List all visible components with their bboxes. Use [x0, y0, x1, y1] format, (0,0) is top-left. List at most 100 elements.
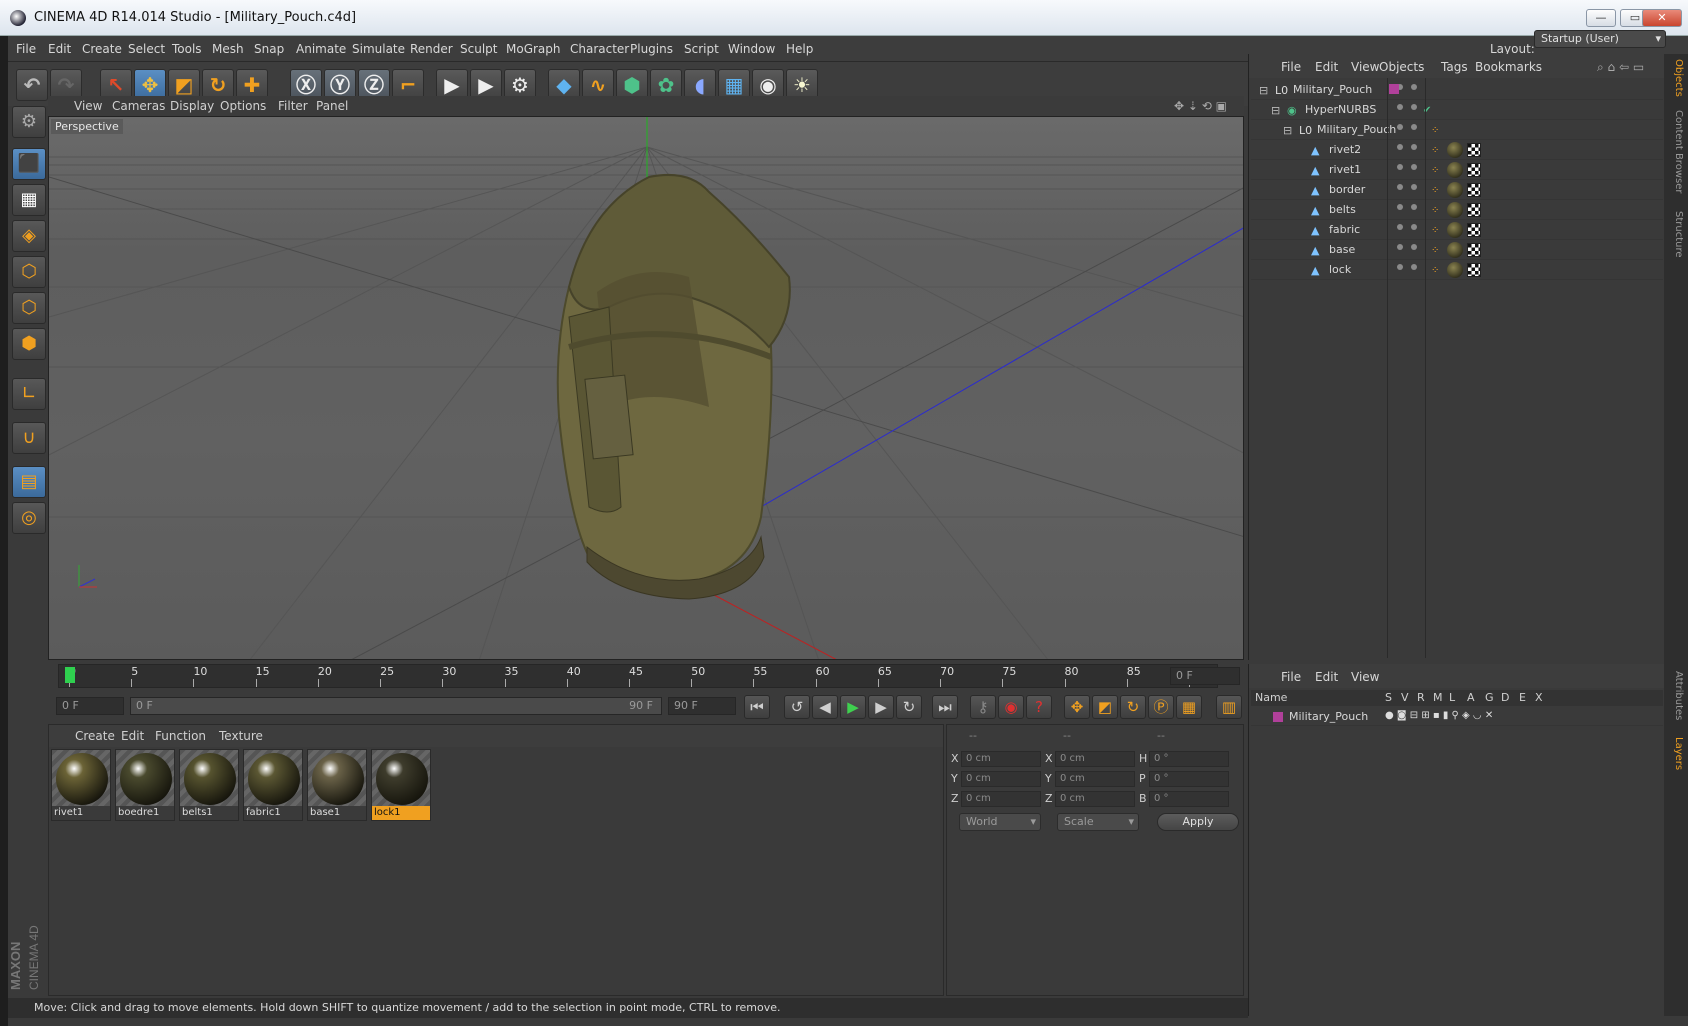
menu-select[interactable]: Select [128, 42, 165, 56]
object-row[interactable]: ▲ fabric ⁘ [1251, 220, 1663, 240]
layer-column-l[interactable]: L [1449, 691, 1455, 704]
make-editable-icon[interactable]: ⚙ [12, 106, 46, 138]
menu-help[interactable]: Help [786, 42, 813, 56]
object-row[interactable]: ▲ rivet2 ⁘ [1251, 140, 1663, 160]
layer-color-swatch[interactable] [1389, 84, 1399, 94]
workplane-mode-icon[interactable]: ◈ [12, 220, 46, 252]
layer-color-swatch[interactable] [1273, 712, 1283, 722]
object-row[interactable]: ▲ lock ⁘ [1251, 260, 1663, 280]
layer-column-m[interactable]: M [1433, 691, 1443, 704]
vp-menu-panel[interactable]: Panel [316, 99, 348, 113]
tab-objects[interactable]: Objects [1668, 58, 1684, 98]
menu-mesh[interactable]: Mesh [212, 42, 244, 56]
visibility-dot[interactable] [1411, 144, 1417, 150]
coord-value-field[interactable]: 0 ° [1149, 751, 1229, 767]
uvw-tag-icon[interactable] [1467, 223, 1481, 237]
key-position-icon[interactable]: ✥ [1064, 695, 1090, 719]
phong-tag-icon[interactable]: ⁘ [1431, 225, 1439, 236]
keyframe-selection-icon[interactable]: ? [1026, 695, 1052, 719]
phong-tag-icon[interactable]: ⁘ [1431, 205, 1439, 216]
obj-menu-view[interactable]: View [1351, 60, 1379, 74]
object-row[interactable]: ▲ border ⁘ [1251, 180, 1663, 200]
coord-value-field[interactable]: 0 cm [961, 751, 1041, 767]
autokey-icon[interactable]: ◉ [998, 695, 1024, 719]
column-divider[interactable] [1387, 78, 1388, 658]
coord-value-field[interactable]: 0 cm [1055, 791, 1135, 807]
timeline-playhead[interactable] [65, 667, 75, 683]
obj-menu-bookmarks[interactable]: Bookmarks [1475, 60, 1542, 74]
search-icon[interactable]: ⌕ ⌂ ⇦ ▭ [1597, 60, 1644, 75]
layer-row[interactable]: Military_Pouch ● ◙ ⊟ ⊞ ▪ ▮ ⚲ ◈ ◡ ✕ [1251, 708, 1663, 726]
visibility-dot[interactable] [1397, 104, 1403, 110]
material-tag-icon[interactable] [1447, 262, 1463, 278]
menu-render[interactable]: Render [410, 42, 453, 56]
material-tag-icon[interactable] [1447, 142, 1463, 158]
menu-sculpt[interactable]: Sculpt [460, 42, 497, 56]
layer-column-s[interactable]: S [1385, 691, 1392, 704]
tab-attributes[interactable]: Attributes [1668, 666, 1684, 726]
vp-menu-options[interactable]: Options [220, 99, 266, 113]
mat-menu-create[interactable]: Create [75, 729, 115, 743]
menu-window[interactable]: Window [728, 42, 775, 56]
visibility-dot[interactable] [1397, 244, 1403, 250]
coord-value-field[interactable]: 0 cm [961, 791, 1041, 807]
next-frame-icon[interactable]: ▶ [868, 695, 894, 719]
mat-menu-texture[interactable]: Texture [219, 729, 263, 743]
phong-tag-icon[interactable]: ⁘ [1431, 165, 1439, 176]
viewport-nav-icons[interactable]: ✥ ⇣ ⟲ ▣ [1174, 99, 1227, 113]
coord-space-dropdown[interactable]: World ▾ [959, 813, 1041, 831]
uvw-tag-icon[interactable] [1467, 163, 1481, 177]
key-rotation-icon[interactable]: ↻ [1120, 695, 1146, 719]
visibility-dot[interactable] [1411, 204, 1417, 210]
visibility-dot[interactable] [1397, 224, 1403, 230]
next-key-icon[interactable]: ↻ [896, 695, 922, 719]
obj-menu-objects[interactable]: Objects [1379, 60, 1424, 74]
visibility-dot[interactable] [1411, 184, 1417, 190]
model-mode-icon[interactable]: ⬛ [12, 148, 46, 180]
menu-script[interactable]: Script [684, 42, 719, 56]
material-tag-icon[interactable] [1447, 182, 1463, 198]
axis-mode-icon[interactable]: ∟ [12, 378, 46, 410]
timeline-ruler[interactable]: 051015202530354045505560657075808590 0 F [48, 662, 1244, 690]
tab-structure[interactable]: Structure [1668, 206, 1684, 262]
vp-menu-cameras[interactable]: Cameras [112, 99, 165, 113]
object-row[interactable]: L0 ⊟ Military_Pouch [1251, 80, 1663, 100]
visibility-dot[interactable] [1411, 264, 1417, 270]
layer-menu-edit[interactable]: Edit [1315, 670, 1338, 684]
material-swatch[interactable]: lock1 [371, 749, 431, 821]
tree-collapse-icon[interactable]: ⊟ [1259, 84, 1268, 97]
phong-tag-icon[interactable]: ⁘ [1431, 185, 1439, 196]
phong-tag-icon[interactable]: ⁘ [1431, 125, 1439, 136]
layer-column-x[interactable]: X [1535, 691, 1543, 704]
coord-value-field[interactable]: 0 cm [1055, 771, 1135, 787]
3d-viewport[interactable]: Perspective [48, 116, 1244, 660]
visibility-dot[interactable] [1411, 224, 1417, 230]
menu-file[interactable]: File [16, 42, 36, 56]
menu-mograph[interactable]: MoGraph [506, 42, 561, 56]
play-icon[interactable]: ▶ [840, 695, 866, 719]
obj-menu-edit[interactable]: Edit [1315, 60, 1338, 74]
material-swatch[interactable]: base1 [307, 749, 367, 821]
range-slider[interactable]: 0 F 90 F [130, 697, 662, 715]
coord-value-field[interactable]: 0 ° [1149, 791, 1229, 807]
uvw-tag-icon[interactable] [1467, 183, 1481, 197]
key-parameter-icon[interactable]: Ⓟ [1148, 695, 1174, 719]
phong-tag-icon[interactable]: ⁘ [1431, 245, 1439, 256]
apply-button[interactable]: Apply [1157, 813, 1239, 831]
material-tag-icon[interactable] [1447, 202, 1463, 218]
menu-plugins[interactable]: Plugins [630, 42, 673, 56]
visibility-dot[interactable] [1411, 244, 1417, 250]
prev-frame-icon[interactable]: ◀ [812, 695, 838, 719]
object-row[interactable]: ▲ rivet1 ⁘ [1251, 160, 1663, 180]
key-scale-icon[interactable]: ◩ [1092, 695, 1118, 719]
menu-create[interactable]: Create [82, 42, 122, 56]
material-swatch[interactable]: boedre1 [115, 749, 175, 821]
layer-column-r[interactable]: R [1417, 691, 1425, 704]
phong-tag-icon[interactable]: ⁘ [1431, 265, 1439, 276]
material-swatch[interactable]: belts1 [179, 749, 239, 821]
uvw-tag-icon[interactable] [1467, 263, 1481, 277]
end-frame-field[interactable]: 90 F [668, 697, 736, 715]
timeline-track[interactable]: 051015202530354045505560657075808590 [58, 664, 1218, 688]
material-tag-icon[interactable] [1447, 162, 1463, 178]
current-frame-field[interactable]: 0 F [1170, 667, 1240, 685]
